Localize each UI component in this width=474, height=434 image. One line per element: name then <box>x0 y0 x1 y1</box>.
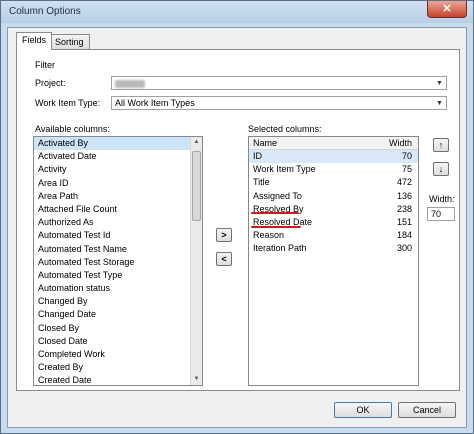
project-label: Project: <box>35 78 66 88</box>
available-column-item[interactable]: Automated Test Type <box>34 269 202 282</box>
available-column-item[interactable]: Created By <box>34 361 202 374</box>
selected-columns-list[interactable]: Name Width ID 70 Work Item Type 75 Title 472 A… <box>248 136 419 386</box>
available-column-item[interactable]: Changed By <box>34 295 202 308</box>
add-column-button[interactable]: > <box>216 228 232 242</box>
available-column-item[interactable]: Created Date <box>34 374 202 385</box>
cancel-button[interactable]: Cancel <box>398 402 456 418</box>
tab-sorting[interactable]: Sorting <box>49 34 90 50</box>
available-column-item[interactable]: Automated Test Storage <box>34 256 202 269</box>
selected-column-name: Iteration Path <box>253 243 307 254</box>
selected-column-row[interactable]: Work Item Type 75 <box>249 163 418 176</box>
available-column-item[interactable]: Automated Test Id <box>34 229 202 242</box>
selected-column-row[interactable]: ID 70 <box>249 150 418 164</box>
move-down-button[interactable]: ↓ <box>433 162 449 176</box>
work-item-type-value: All Work Item Types <box>115 98 195 108</box>
column-options-dialog: Column Options ✕ Fields Sorting Filter P… <box>0 0 474 434</box>
selected-rows-container: ID 70 Work Item Type 75 Title 472 Assigned To 1… <box>249 150 418 256</box>
selected-column-row[interactable]: Title 472 <box>249 176 418 189</box>
selected-columns-label: Selected columns: <box>248 124 322 134</box>
ok-button[interactable]: OK <box>334 402 392 418</box>
selected-column-width: 151 <box>396 216 412 227</box>
move-up-button[interactable]: ↑ <box>433 138 449 152</box>
selected-column-width: 238 <box>396 203 412 214</box>
available-column-item[interactable]: Activated Date <box>34 150 202 163</box>
available-column-item[interactable]: Automated Test Name <box>34 243 202 256</box>
available-column-item[interactable]: Closed Date <box>34 335 202 348</box>
work-item-type-label: Work Item Type: <box>35 98 101 108</box>
project-value-redacted <box>115 80 145 88</box>
selected-column-name: Work Item Type <box>253 164 316 175</box>
project-combobox[interactable]: ▼ <box>111 76 447 90</box>
available-column-item[interactable]: Automation status <box>34 282 202 295</box>
available-column-item[interactable]: Closed By <box>34 322 202 335</box>
selected-column-width: 300 <box>396 243 412 254</box>
selected-column-width: 472 <box>396 177 412 188</box>
selected-column-name: Assigned To <box>253 190 302 201</box>
available-column-item[interactable]: Changed Date <box>34 308 202 321</box>
remove-column-button[interactable]: < <box>216 252 232 266</box>
available-column-item[interactable]: Area Path <box>34 190 202 203</box>
available-column-item[interactable]: Activated By <box>34 137 202 151</box>
dialog-client-area: Fields Sorting Filter Project: ▼ Work It… <box>7 27 467 428</box>
available-column-item[interactable]: Completed Work <box>34 348 202 361</box>
selected-column-row[interactable]: Assigned To 136 <box>249 190 418 203</box>
scroll-up-icon[interactable]: ▲ <box>191 137 202 148</box>
width-column-header[interactable]: Width <box>389 137 412 150</box>
available-column-item[interactable]: Attached File Count <box>34 203 202 216</box>
available-list-scrollbar[interactable]: ▲ ▼ <box>190 137 202 385</box>
available-items-container: Activated By Activated Date Activity Area I… <box>34 137 202 385</box>
selected-column-row[interactable]: Iteration Path 300 <box>249 242 418 255</box>
name-column-header[interactable]: Name <box>253 137 277 150</box>
scroll-down-icon[interactable]: ▼ <box>191 374 202 385</box>
window-title: Column Options <box>9 6 81 17</box>
chevron-down-icon: ▼ <box>436 100 443 107</box>
selected-column-row[interactable]: Reason 184 <box>249 229 418 242</box>
selected-column-name: Title <box>253 177 270 188</box>
fields-tab-panel: Filter Project: ▼ Work Item Type: All Wo… <box>16 49 460 391</box>
selected-column-width: 75 <box>401 164 412 175</box>
filter-group-label: Filter <box>35 60 55 70</box>
width-input[interactable]: 70 <box>427 207 455 221</box>
tab-fields[interactable]: Fields <box>16 32 53 50</box>
width-label: Width: <box>429 194 455 204</box>
work-item-type-combobox[interactable]: All Work Item Types ▼ <box>111 96 447 110</box>
close-button[interactable]: ✕ <box>427 1 467 18</box>
selected-column-width: 184 <box>396 230 412 241</box>
available-columns-list[interactable]: Activated By Activated Date Activity Area I… <box>33 136 203 386</box>
scrollbar-thumb[interactable] <box>192 151 201 221</box>
selected-column-width: 70 <box>401 151 412 161</box>
selected-column-width: 136 <box>396 190 412 201</box>
title-bar[interactable]: Column Options ✕ <box>1 1 473 23</box>
chevron-down-icon: ▼ <box>436 80 443 87</box>
available-column-item[interactable]: Area ID <box>34 177 202 190</box>
available-column-item[interactable]: Activity <box>34 163 202 176</box>
red-underline-assigned-to <box>251 212 299 214</box>
selected-column-name: Reason <box>253 230 285 241</box>
available-columns-label: Available columns: <box>35 124 110 134</box>
red-underline-resolved-by <box>251 226 301 228</box>
selected-column-name: ID <box>253 151 262 161</box>
available-column-item[interactable]: Authorized As <box>34 216 202 229</box>
selected-list-header: Name Width <box>249 137 418 150</box>
